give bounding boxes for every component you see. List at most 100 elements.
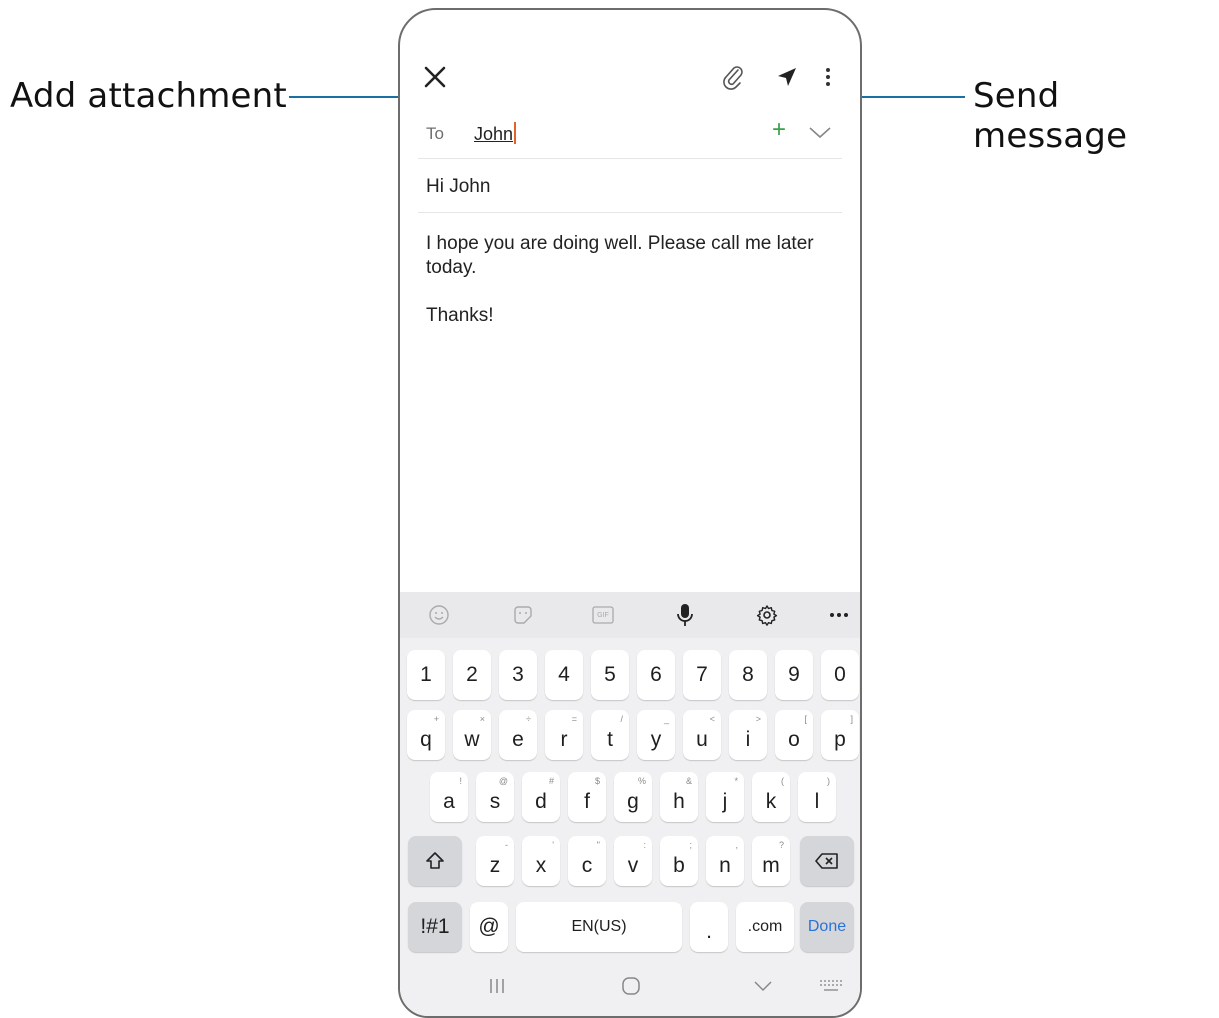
- microphone-icon: [677, 604, 693, 626]
- key-label: 1: [420, 663, 432, 686]
- key-6[interactable]: 6: [637, 650, 675, 700]
- key-d[interactable]: d #: [522, 772, 560, 822]
- period-key[interactable]: .: [690, 902, 728, 952]
- key-a[interactable]: a!: [430, 772, 468, 822]
- key-label: 7: [696, 663, 708, 686]
- key-secondary-label: !: [459, 776, 462, 786]
- key-label: 9: [788, 663, 800, 686]
- send-button[interactable]: [770, 60, 804, 94]
- key-v[interactable]: v:: [614, 836, 652, 886]
- expand-recipients-button[interactable]: [808, 120, 832, 144]
- at-key[interactable]: @: [470, 902, 508, 952]
- key-2[interactable]: 2: [453, 650, 491, 700]
- key-label: s: [489, 790, 501, 813]
- hide-keyboard-button[interactable]: [748, 974, 778, 998]
- key-secondary-label: ;: [689, 840, 692, 850]
- key-secondary-label: ,: [735, 840, 738, 850]
- key-o[interactable]: o[: [775, 710, 813, 760]
- key-label: g: [627, 790, 639, 813]
- key-label: 6: [650, 663, 662, 686]
- key-5[interactable]: 5: [591, 650, 629, 700]
- more-vert-icon: [826, 68, 830, 86]
- key-f[interactable]: f $: [568, 772, 606, 822]
- key-z[interactable]: z-: [476, 836, 514, 886]
- gif-button[interactable]: GIF: [588, 600, 618, 630]
- close-button[interactable]: [418, 60, 452, 94]
- key-h[interactable]: h &: [660, 772, 698, 822]
- add-recipient-button[interactable]: +: [772, 116, 786, 144]
- key-m[interactable]: m?: [752, 836, 790, 886]
- navigation-bar: [400, 956, 860, 1016]
- keyboard-icon: [820, 980, 842, 991]
- emoji-button[interactable]: [424, 600, 454, 630]
- key-label: l: [814, 790, 820, 813]
- key-secondary-label: [: [804, 714, 807, 724]
- key-secondary-label: ?: [778, 840, 784, 850]
- key-secondary-label: ': [552, 840, 554, 850]
- shift-key[interactable]: [408, 836, 462, 886]
- key-n[interactable]: n,: [706, 836, 744, 886]
- to-input[interactable]: John: [474, 122, 517, 145]
- key-e[interactable]: e ÷: [499, 710, 537, 760]
- callout-send-message: Send message: [973, 76, 1128, 156]
- key-4[interactable]: 4: [545, 650, 583, 700]
- key-k[interactable]: k(: [752, 772, 790, 822]
- key-3[interactable]: 3: [499, 650, 537, 700]
- symbols-key[interactable]: !#1: [408, 902, 462, 952]
- key-1[interactable]: 1: [407, 650, 445, 700]
- home-button[interactable]: [616, 974, 646, 998]
- more-options-button[interactable]: [814, 60, 842, 94]
- subject-field[interactable]: Hi John: [418, 160, 842, 213]
- sticker-button[interactable]: [508, 600, 538, 630]
- key-c[interactable]: c ": [568, 836, 606, 886]
- key-b[interactable]: b;: [660, 836, 698, 886]
- backspace-key[interactable]: [800, 836, 854, 886]
- key-label: o: [788, 728, 800, 751]
- key-s[interactable]: s @: [476, 772, 514, 822]
- key-7[interactable]: 7: [683, 650, 721, 700]
- key-y[interactable]: y _: [637, 710, 675, 760]
- dotcom-key[interactable]: .com: [736, 902, 794, 952]
- key-i[interactable]: i >: [729, 710, 767, 760]
- attach-button[interactable]: [716, 60, 750, 94]
- emoji-icon: [429, 605, 449, 625]
- key-g[interactable]: g%: [614, 772, 652, 822]
- keyboard-settings-button[interactable]: [752, 600, 782, 630]
- key-p[interactable]: p]: [821, 710, 859, 760]
- key-8[interactable]: 8: [729, 650, 767, 700]
- key-t[interactable]: t /: [591, 710, 629, 760]
- key-r[interactable]: r =: [545, 710, 583, 760]
- key-label: d: [535, 790, 547, 813]
- key-w[interactable]: w ×: [453, 710, 491, 760]
- key-label: p: [834, 728, 846, 751]
- keyboard-switch-button[interactable]: [816, 974, 846, 998]
- key-q[interactable]: q +: [407, 710, 445, 760]
- done-key[interactable]: Done: [800, 902, 854, 952]
- space-key[interactable]: EN(US): [516, 902, 682, 952]
- keyboard-more-button[interactable]: [824, 600, 854, 630]
- settings-icon: [756, 605, 778, 626]
- message-body[interactable]: I hope you are doing well. Please call m…: [426, 232, 834, 328]
- key-label: !#1: [420, 915, 450, 938]
- key-label: r: [560, 728, 568, 751]
- key-label: 2: [466, 663, 478, 686]
- key-secondary-label: -: [505, 840, 508, 850]
- key-0[interactable]: 0: [821, 650, 859, 700]
- key-secondary-label: #: [548, 776, 554, 786]
- recent-apps-button[interactable]: [482, 974, 512, 998]
- key-secondary-label: >: [755, 714, 761, 724]
- body-line: today.: [426, 257, 477, 278]
- key-j[interactable]: j *: [706, 772, 744, 822]
- key-l[interactable]: l): [798, 772, 836, 822]
- voice-input-button[interactable]: [670, 600, 700, 630]
- key-x[interactable]: x ': [522, 836, 560, 886]
- chevron-down-icon: [809, 127, 831, 139]
- key-label: .com: [747, 918, 783, 935]
- callout-add-attachment: Add attachment: [10, 76, 287, 116]
- recipient-row: To John +: [418, 110, 842, 159]
- close-icon: [424, 66, 446, 88]
- key-secondary-label: ÷: [526, 714, 531, 724]
- to-value: John: [474, 124, 514, 144]
- key-u[interactable]: u <: [683, 710, 721, 760]
- key-9[interactable]: 9: [775, 650, 813, 700]
